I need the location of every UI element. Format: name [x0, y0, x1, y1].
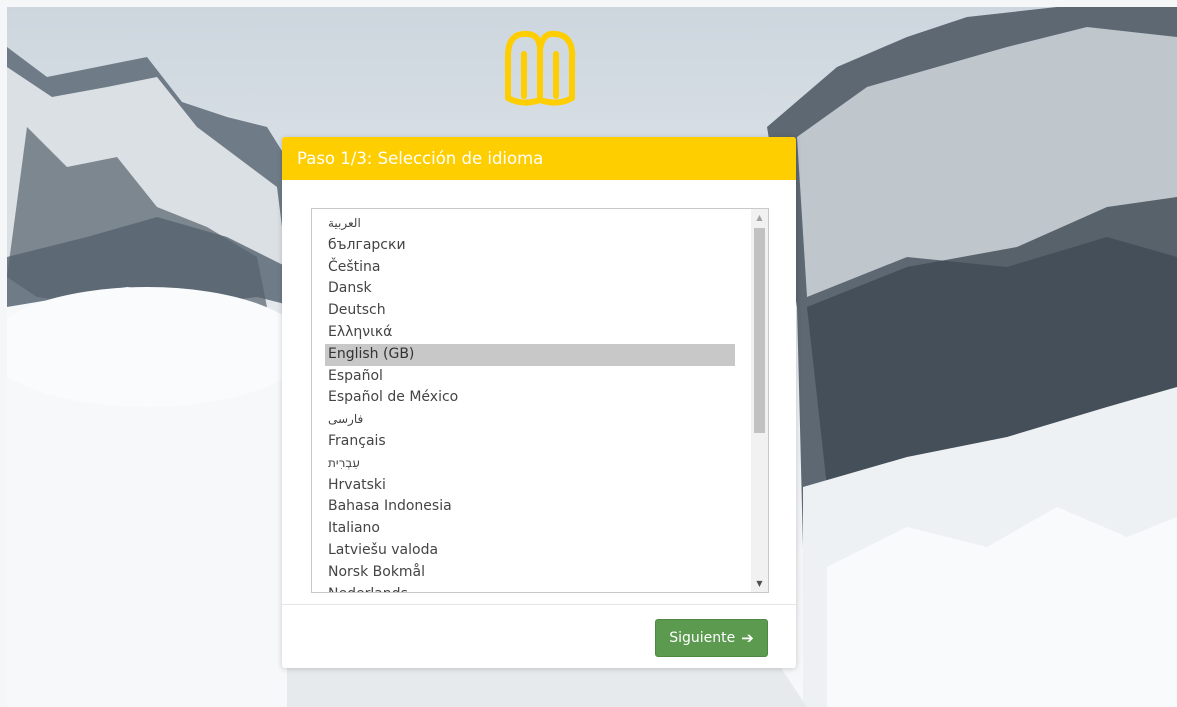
- language-list-scrollbar[interactable]: ▲ ▼: [751, 209, 768, 592]
- language-option-bg[interactable]: български: [325, 235, 735, 257]
- language-option-id[interactable]: Bahasa Indonesia: [325, 496, 735, 518]
- language-wizard-panel: Paso 1/3: Selección de idioma العربية бъ…: [282, 137, 796, 668]
- language-option-he[interactable]: עִבְרִית: [325, 453, 735, 475]
- language-option-lv[interactable]: Latviešu valoda: [325, 540, 735, 562]
- next-button[interactable]: Siguiente ➔: [655, 619, 768, 657]
- arrow-right-icon: ➔: [741, 629, 754, 647]
- language-option-hr[interactable]: Hrvatski: [325, 475, 735, 497]
- language-option-nl[interactable]: Nederlands: [325, 584, 735, 592]
- footer-divider: [282, 604, 796, 605]
- scroll-up-arrow-icon[interactable]: ▲: [751, 209, 768, 226]
- scroll-thumb[interactable]: [754, 228, 765, 433]
- language-select[interactable]: العربية български Čeština Dansk Deutsch …: [311, 208, 769, 593]
- language-option-es-mx[interactable]: Español de México: [325, 387, 735, 409]
- scroll-down-arrow-icon[interactable]: ▼: [751, 575, 768, 592]
- step-title: Paso 1/3: Selección de idioma: [282, 137, 796, 180]
- language-option-ar[interactable]: العربية: [325, 213, 735, 235]
- language-option-el[interactable]: Ελληνικά: [325, 322, 735, 344]
- language-option-en-gb[interactable]: English (GB): [325, 343, 735, 366]
- language-option-fr[interactable]: Français: [325, 431, 735, 453]
- language-options: العربية български Čeština Dansk Deutsch …: [325, 213, 735, 592]
- language-option-es[interactable]: Español: [325, 366, 735, 388]
- language-option-da[interactable]: Dansk: [325, 278, 735, 300]
- language-option-cs[interactable]: Čeština: [325, 257, 735, 279]
- language-option-it[interactable]: Italiano: [325, 518, 735, 540]
- language-option-de[interactable]: Deutsch: [325, 300, 735, 322]
- app-logo: [505, 30, 576, 106]
- language-option-fa[interactable]: فارسی: [325, 409, 735, 431]
- language-option-nb[interactable]: Norsk Bokmål: [325, 562, 735, 584]
- next-button-label: Siguiente: [669, 630, 736, 646]
- installer-page: Paso 1/3: Selección de idioma العربية бъ…: [0, 0, 1177, 707]
